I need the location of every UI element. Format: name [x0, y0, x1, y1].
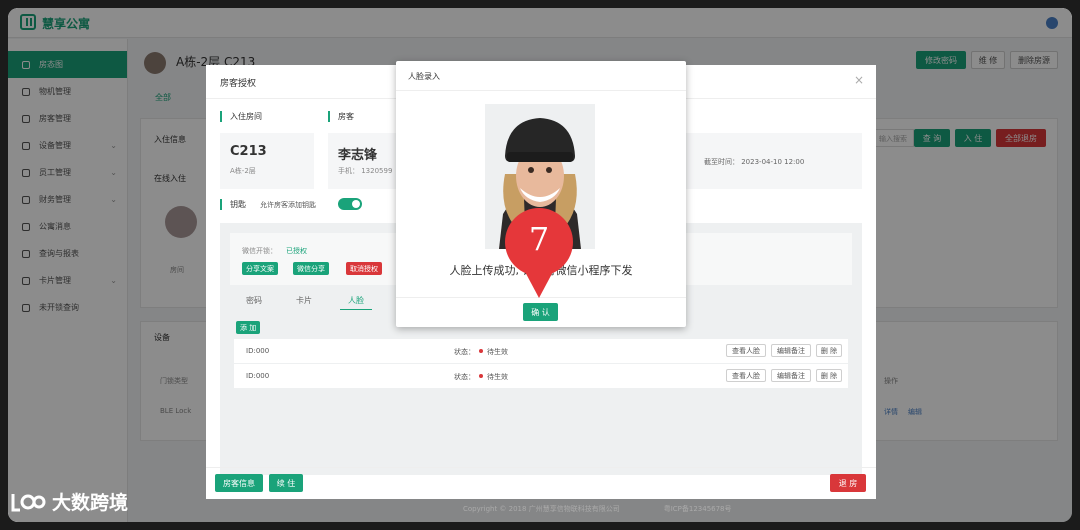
view-face-button[interactable]: 查看人脸: [726, 344, 766, 357]
watermark-logo-icon: [11, 493, 46, 511]
face-id: ID:000: [246, 372, 270, 380]
tab-face[interactable]: 人脸: [348, 295, 364, 306]
step-marker: 7: [503, 206, 575, 304]
wechat-share-tag[interactable]: 微信分享: [293, 262, 329, 275]
tenant-section-label: 房客: [328, 111, 354, 122]
icp-text: 粤ICP备12345678号: [663, 505, 732, 513]
room-section-label: 入住房间: [220, 111, 262, 122]
tab-password[interactable]: 密码: [246, 295, 262, 306]
room-card: [220, 133, 314, 189]
table-row: ID:000 状态： 待生效 查看人脸 编辑备注 删 除: [234, 364, 848, 388]
step-number: 7: [528, 220, 550, 258]
dialog-title: 房客授权: [220, 79, 257, 89]
tenant-phone: 手机： 1320599: [338, 167, 393, 175]
face-status: 状态： 待生效: [454, 372, 508, 382]
allow-add-key-label: 允许房客添加钥匙: [260, 201, 316, 209]
add-face-button[interactable]: 添 加: [236, 321, 261, 334]
wechat-status-value: 已授权: [286, 247, 307, 255]
end-time: 截至时间： 2023-04-10 12:00: [704, 158, 805, 166]
app-window: 慧享公寓 房态图 物机管理 房客管理 设备管理 ⌄ 员工管理 ⌄ 财务管理 ⌄ 公寓消…: [8, 8, 1072, 522]
copyright-text: Copyright © 2018 广州慧享信物联科技有限公司: [463, 505, 620, 513]
face-dialog-header: 人脸录入: [396, 61, 686, 91]
status-label: 状态：: [454, 348, 475, 356]
wechat-status-label: 微信开锁：: [242, 247, 277, 255]
status-value: 待生效: [487, 348, 508, 356]
close-icon[interactable]: ×: [854, 73, 864, 87]
table-row: ID:000 状态： 待生效 查看人脸 编辑备注 删 除: [234, 339, 848, 363]
view-face-button[interactable]: 查看人脸: [726, 369, 766, 382]
delete-button[interactable]: 删 除: [816, 369, 842, 382]
room-number: C213: [230, 144, 267, 159]
confirm-button[interactable]: 确 认: [523, 303, 558, 321]
face-id: ID:000: [246, 347, 270, 355]
face-status: 状态： 待生效: [454, 347, 508, 357]
key-section-label: 钥匙: [220, 199, 246, 210]
tab-card[interactable]: 卡片: [296, 295, 312, 306]
active-tab-underline: [340, 309, 372, 310]
room-floor: A栋-2层: [230, 167, 256, 175]
allow-add-key-toggle[interactable]: [338, 198, 362, 210]
copyright: Copyright © 2018 广州慧享信物联科技有限公司 粤ICP备12345…: [463, 504, 732, 514]
checkout-button[interactable]: 退 房: [830, 474, 866, 492]
status-dot-icon: [479, 374, 483, 378]
delete-button[interactable]: 删 除: [816, 344, 842, 357]
cancel-auth-tag[interactable]: 取消授权: [346, 262, 382, 275]
status-value: 待生效: [487, 373, 508, 381]
status-label: 状态：: [454, 373, 475, 381]
face-dialog-title: 人脸录入: [408, 72, 440, 81]
dialog-footer: 房客信息 续 住 退 房: [206, 467, 876, 499]
edit-note-button[interactable]: 编辑备注: [771, 369, 811, 382]
edit-note-button[interactable]: 编辑备注: [771, 344, 811, 357]
share-text-tag[interactable]: 分享文案: [242, 262, 278, 275]
renew-button[interactable]: 续 住: [269, 474, 303, 492]
watermark: 大数跨境: [10, 488, 128, 515]
watermark-text: 大数跨境: [52, 492, 129, 514]
tenant-name: 李志锋: [338, 148, 378, 163]
tenant-info-button[interactable]: 房客信息: [215, 474, 263, 492]
status-dot-icon: [479, 349, 483, 353]
